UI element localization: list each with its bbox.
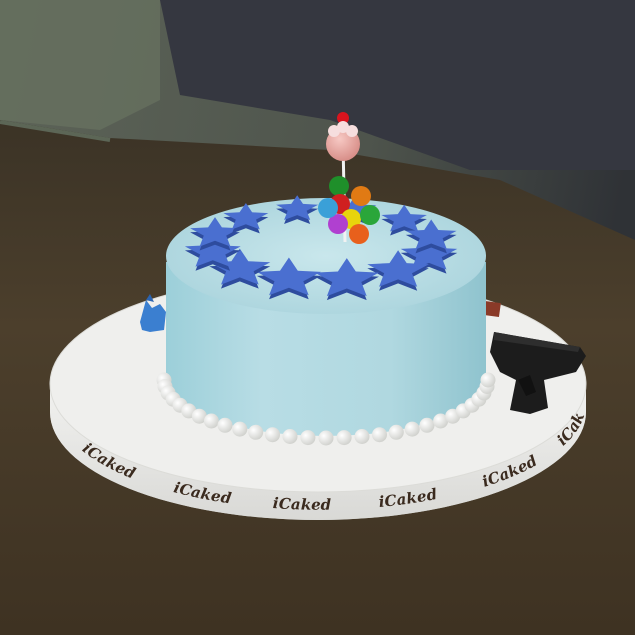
background-window: [0, 0, 160, 130]
pearl-decoration: [300, 430, 316, 446]
pearl-decoration: [480, 372, 496, 388]
board-brand-text: iCaked: [272, 494, 331, 514]
balloon-icon: [349, 224, 369, 244]
cake-scene: iCaked iCaked iCaked iCaked iCaked iCake…: [0, 0, 635, 635]
balloon-icon: [329, 176, 349, 196]
pearl-decoration: [372, 427, 387, 443]
pearl-decoration: [388, 424, 404, 440]
pearl-decoration: [265, 427, 280, 443]
balloon-icon: [318, 198, 338, 218]
pearl-decoration: [248, 424, 264, 440]
pearl-decoration: [282, 429, 298, 444]
pearl-decoration: [217, 417, 233, 433]
pearl-decoration: [404, 421, 420, 437]
pearl-decoration: [354, 429, 370, 444]
cake-render: iCaked iCaked iCaked iCaked iCaked iCake…: [0, 0, 635, 635]
pearl-decoration: [336, 430, 352, 446]
balloon-icon: [360, 205, 380, 225]
pearl-decoration: [419, 417, 435, 433]
pearl-decoration: [318, 430, 334, 446]
pearl-decoration: [232, 421, 248, 437]
balloon-icon: [351, 186, 371, 206]
pearl-decoration: [203, 413, 219, 429]
